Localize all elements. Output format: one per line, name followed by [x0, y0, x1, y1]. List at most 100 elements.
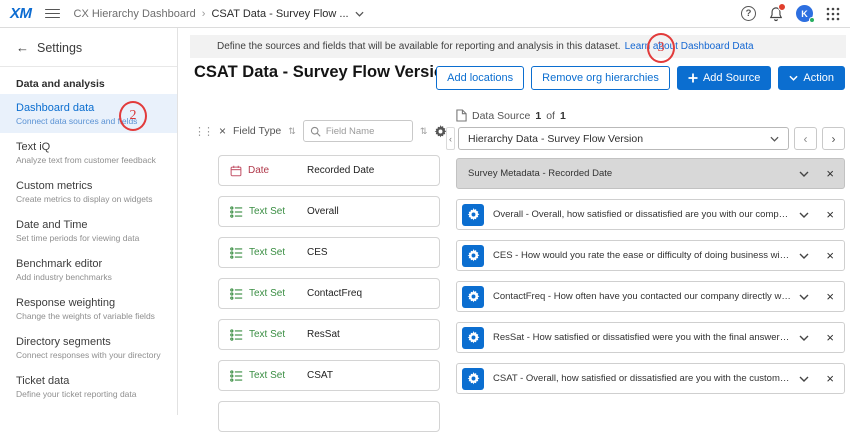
info-banner: Define the sources and fields that will …	[190, 35, 846, 58]
remove-field-icon[interactable]: ×	[826, 167, 834, 180]
clear-icon[interactable]: ×	[219, 125, 226, 137]
chevron-down-icon[interactable]	[799, 376, 809, 382]
text-set-icon	[230, 247, 243, 259]
avatar-initial: K	[801, 9, 808, 19]
sidebar-item-label: Response weighting	[16, 297, 161, 309]
source-row-text: ResSat - How satisfied or dissatisfied w…	[493, 332, 799, 343]
breadcrumb: CX Hierarchy Dashboard › CSAT Data - Sur…	[74, 8, 364, 20]
field-row-overall[interactable]: Text Set Overall	[218, 196, 440, 227]
xm-logo: XM	[10, 5, 32, 22]
breadcrumb-root[interactable]: CX Hierarchy Dashboard	[74, 8, 196, 20]
chevron-down-icon[interactable]	[799, 171, 809, 177]
presence-dot	[809, 17, 815, 23]
page-current: 1	[535, 110, 541, 122]
field-row-recorded-date[interactable]: Date Recorded Date	[218, 155, 440, 186]
sidebar-item-response-weighting[interactable]: Response weighting Change the weights of…	[0, 289, 177, 328]
data-source-label: Data Source	[472, 110, 530, 122]
source-row-overall[interactable]: Overall - Overall, how satisfied or diss…	[456, 199, 845, 230]
sidebar-item-ticket-data[interactable]: Ticket data Define your ticket reporting…	[0, 367, 177, 406]
add-locations-label: Add locations	[447, 72, 513, 84]
source-row-csat[interactable]: CSAT - Overall, how satisfied or dissati…	[456, 363, 845, 394]
field-settings-gear-icon[interactable]	[462, 327, 484, 349]
chevron-down-icon[interactable]	[799, 335, 809, 341]
field-row-ressat[interactable]: Text Set ResSat	[218, 319, 440, 350]
sort-field-name-icon[interactable]: ⇅	[420, 126, 428, 137]
prev-source-button[interactable]: ‹	[794, 127, 817, 150]
source-row-ressat[interactable]: ResSat - How satisfied or dissatisfied w…	[456, 322, 845, 353]
sidebar-item-desc: Analyze text from customer feedback	[16, 155, 161, 165]
plus-icon	[688, 73, 698, 83]
sidebar-item-benchmark-editor[interactable]: Benchmark editor Add industry benchmarks	[0, 250, 177, 289]
action-dropdown-button[interactable]: Action	[778, 66, 845, 90]
action-buttons: Add locations Remove org hierarchies Add…	[436, 66, 845, 90]
field-settings-gear-icon[interactable]	[462, 286, 484, 308]
field-list: Date Recorded Date Text Set Overall Text…	[218, 155, 440, 442]
back-label: Settings	[37, 41, 82, 55]
sidebar-item-dashboard-data[interactable]: Dashboard data Connect data sources and …	[0, 94, 177, 133]
field-settings-gear-icon[interactable]	[462, 245, 484, 267]
back-arrow-icon: ←	[16, 40, 29, 55]
source-row-contactfreq[interactable]: ContactFreq - How often have you contact…	[456, 281, 845, 312]
sidebar-item-custom-metrics[interactable]: Custom metrics Create metrics to display…	[0, 172, 177, 211]
source-row-recorded-date[interactable]: Survey Metadata - Recorded Date ×	[456, 158, 845, 189]
remove-field-icon[interactable]: ×	[826, 249, 834, 262]
source-dropdown[interactable]: Hierarchy Data - Survey Flow Version	[458, 127, 789, 150]
field-type-label: Date	[248, 165, 269, 176]
field-name-label: Recorded Date	[307, 165, 374, 176]
field-row-ces[interactable]: Text Set CES	[218, 237, 440, 268]
remove-field-icon[interactable]: ×	[826, 290, 834, 303]
add-source-label: Add Source	[703, 72, 760, 84]
field-name-search-input[interactable]	[326, 126, 398, 137]
field-settings-gear-icon[interactable]	[462, 204, 484, 226]
breadcrumb-current[interactable]: CSAT Data - Survey Flow ...	[211, 8, 348, 20]
avatar[interactable]: K	[796, 5, 813, 22]
panel-collapse-handle[interactable]: ‹	[446, 127, 455, 150]
remove-org-hierarchies-button[interactable]: Remove org hierarchies	[531, 66, 670, 90]
field-name-label: ContactFreq	[307, 288, 362, 299]
chevron-down-icon[interactable]	[799, 212, 809, 218]
add-source-button[interactable]: Add Source	[677, 66, 771, 90]
sidebar-item-text-iq[interactable]: Text iQ Analyze text from customer feedb…	[0, 133, 177, 172]
chevron-down-icon	[770, 136, 779, 142]
add-locations-button[interactable]: Add locations	[436, 66, 524, 90]
field-row-contactfreq[interactable]: Text Set ContactFreq	[218, 278, 440, 309]
sidebar-item-desc: Define your ticket reporting data	[16, 389, 161, 399]
field-row-partial[interactable]	[218, 401, 440, 432]
chevron-down-icon[interactable]	[355, 11, 364, 17]
source-row-ces[interactable]: CES - How would you rate the ease or dif…	[456, 240, 845, 271]
sidebar-item-label: Directory segments	[16, 336, 161, 348]
topbar: XM CX Hierarchy Dashboard › CSAT Data - …	[0, 0, 850, 28]
remove-field-icon[interactable]: ×	[826, 208, 834, 221]
field-name-label: ResSat	[307, 329, 340, 340]
back-to-settings[interactable]: ← Settings	[0, 28, 177, 66]
learn-about-dashboard-data-link[interactable]: Learn about Dashboard Data	[625, 41, 754, 52]
field-name-label: CSAT	[307, 370, 333, 381]
breadcrumb-separator-icon: ›	[202, 8, 206, 20]
field-row-csat[interactable]: Text Set CSAT	[218, 360, 440, 391]
notification-badge	[778, 3, 786, 11]
field-settings-gear-icon[interactable]	[462, 368, 484, 390]
drag-handle-icon[interactable]: ⋮⋮	[194, 125, 212, 138]
annotation-circle-2: 2	[119, 101, 147, 131]
notifications-bell-icon[interactable]	[769, 6, 783, 22]
next-source-button[interactable]: ›	[822, 127, 845, 150]
hamburger-menu-icon[interactable]	[45, 9, 60, 19]
source-dropdown-value: Hierarchy Data - Survey Flow Version	[468, 133, 643, 145]
chevron-down-icon[interactable]	[799, 294, 809, 300]
sidebar-item-date-and-time[interactable]: Date and Time Set time periods for viewi…	[0, 211, 177, 250]
app-grid-icon[interactable]	[826, 7, 840, 21]
sort-field-type-icon[interactable]: ⇅	[288, 126, 296, 137]
chevron-down-icon[interactable]	[799, 253, 809, 259]
sidebar-item-label: Custom metrics	[16, 180, 161, 192]
divider	[0, 66, 177, 67]
help-icon[interactable]: ?	[741, 6, 756, 21]
data-source-header: Data Source 1 of 1	[456, 109, 566, 122]
field-type-label: Text Set	[249, 329, 285, 340]
text-set-icon	[230, 370, 243, 382]
document-icon	[456, 109, 467, 122]
calendar-icon	[230, 165, 242, 177]
sidebar-item-directory-segments[interactable]: Directory segments Connect responses wit…	[0, 328, 177, 367]
source-row-text: Survey Metadata - Recorded Date	[468, 168, 799, 179]
remove-field-icon[interactable]: ×	[826, 372, 834, 385]
remove-field-icon[interactable]: ×	[826, 331, 834, 344]
